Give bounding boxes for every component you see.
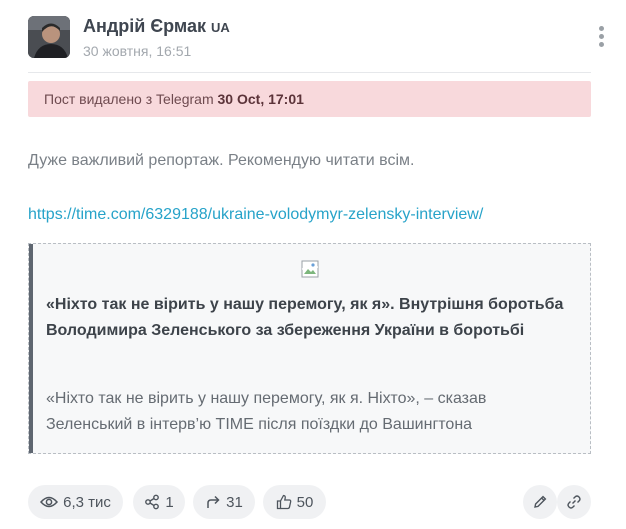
preview-title: «Ніхто так не вірить у нашу перемогу, як… [46,296,564,339]
eye-icon [40,496,59,508]
preview-accent-bar [29,244,33,453]
share-icon [145,494,160,510]
thumbs-up-icon [276,494,291,510]
shares-count: 1 [165,493,174,511]
post-link[interactable]: https://time.com/6329188/ukraine-volodym… [28,206,483,224]
post-header: Андрій Єрмак UA 30 жовтня, 16:51 [28,16,608,62]
link-preview[interactable]: «Ніхто так не вірить у нашу перемогу, як… [28,243,591,454]
author-name-text: Андрій Єрмак [83,16,207,36]
copy-link-button[interactable] [557,485,591,519]
link-icon [567,495,581,509]
post-text: Дуже важливий репортаж. Рекомендую читат… [28,152,415,169]
country-flag: UA [211,20,230,35]
deleted-notice-text: Пост видалено з Telegram [44,91,214,107]
author-name[interactable]: Андрій Єрмак UA [83,16,230,37]
likes-count: 50 [296,493,314,511]
avatar[interactable] [28,16,70,58]
views-button[interactable]: 6,3 тис [28,485,123,519]
likes-button[interactable]: 50 [263,485,326,519]
reposts-button[interactable]: 31 [193,485,255,519]
deleted-notice-time: 30 Oct, 17:01 [217,91,304,107]
kebab-menu-icon[interactable] [594,26,608,50]
edit-button[interactable] [523,485,557,519]
shares-button[interactable]: 1 [133,485,185,519]
post-actions: 6,3 тис 1 31 50 [28,485,591,519]
forward-icon [207,495,220,508]
reposts-count: 31 [226,493,243,511]
views-count: 6,3 тис [63,493,111,511]
pencil-icon [534,495,547,508]
header-divider [28,72,591,73]
broken-image-icon [301,260,319,278]
post-card: Андрій Єрмак UA 30 жовтня, 16:51 Пост вид… [0,0,626,529]
preview-description: «Ніхто так не вірить у нашу перемогу, як… [46,390,487,433]
deleted-notice: Пост видалено з Telegram 30 Oct, 17:01 [28,81,591,117]
post-date: 30 жовтня, 16:51 [83,43,192,59]
